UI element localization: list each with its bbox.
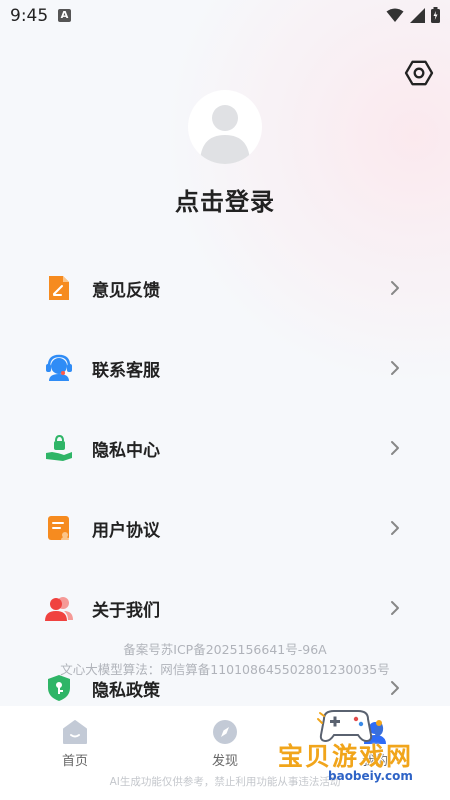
- nav-label: 首页: [61, 754, 88, 769]
- menu-item-feedback[interactable]: 意见反馈: [0, 258, 450, 318]
- signal-icon: [410, 7, 425, 23]
- status-bar: 9:45 A: [0, 0, 450, 32]
- login-button[interactable]: 点击登录: [0, 182, 450, 217]
- watermark-logo: 宝贝游戏网 baobeiy.com: [278, 705, 448, 785]
- battery-icon: [431, 7, 440, 23]
- menu-label: 联系客服: [92, 361, 160, 381]
- chevron-right-icon: [391, 681, 399, 695]
- chevron-right-icon: [391, 441, 399, 455]
- chevron-right-icon: [391, 361, 399, 375]
- home-icon: [63, 720, 87, 744]
- algorithm-record: 文心大模型算法：网信算备110108645502801230035号: [60, 662, 390, 677]
- status-icons: [386, 7, 440, 23]
- menu-label: 隐私中心: [92, 441, 160, 461]
- menu-item-customer-service[interactable]: 联系客服: [0, 338, 450, 398]
- user-avatar-icon: [200, 105, 250, 164]
- watermark-title: 宝贝游戏网: [278, 742, 414, 771]
- chevron-right-icon: [391, 281, 399, 295]
- icp-record: 备案号苏ICP备2025156641号-96A: [123, 642, 327, 657]
- customer-service-headset-icon: [46, 354, 72, 381]
- settings-icon: [404, 60, 434, 86]
- menu-label: 隐私政策: [92, 681, 160, 701]
- menu-item-privacy-center[interactable]: 隐私中心: [0, 418, 450, 478]
- notification-a-icon: A: [58, 9, 71, 22]
- menu-label: 关于我们: [92, 601, 160, 621]
- feedback-doc-icon: [49, 276, 69, 300]
- privacy-lock-hand-icon: [46, 434, 72, 461]
- tab-discover[interactable]: 发现: [185, 718, 265, 769]
- tab-home[interactable]: 首页: [35, 718, 115, 769]
- menu-item-about-us[interactable]: 关于我们: [0, 578, 450, 638]
- settings-button[interactable]: [404, 58, 434, 88]
- about-us-people-icon: [45, 597, 73, 621]
- chevron-right-icon: [391, 521, 399, 535]
- status-time: 9:45: [10, 6, 49, 26]
- menu-label: 用户协议: [92, 521, 160, 541]
- menu-item-user-agreement[interactable]: 用户协议: [0, 498, 450, 558]
- avatar[interactable]: [188, 90, 262, 164]
- compass-icon: [213, 720, 237, 744]
- nav-label: 发现: [211, 754, 238, 769]
- wifi-icon: [386, 8, 404, 22]
- user-agreement-doc-icon: [48, 516, 69, 540]
- menu-label: 意见反馈: [92, 281, 160, 301]
- chevron-right-icon: [391, 601, 399, 615]
- watermark-url: baobeiy.com: [328, 769, 413, 783]
